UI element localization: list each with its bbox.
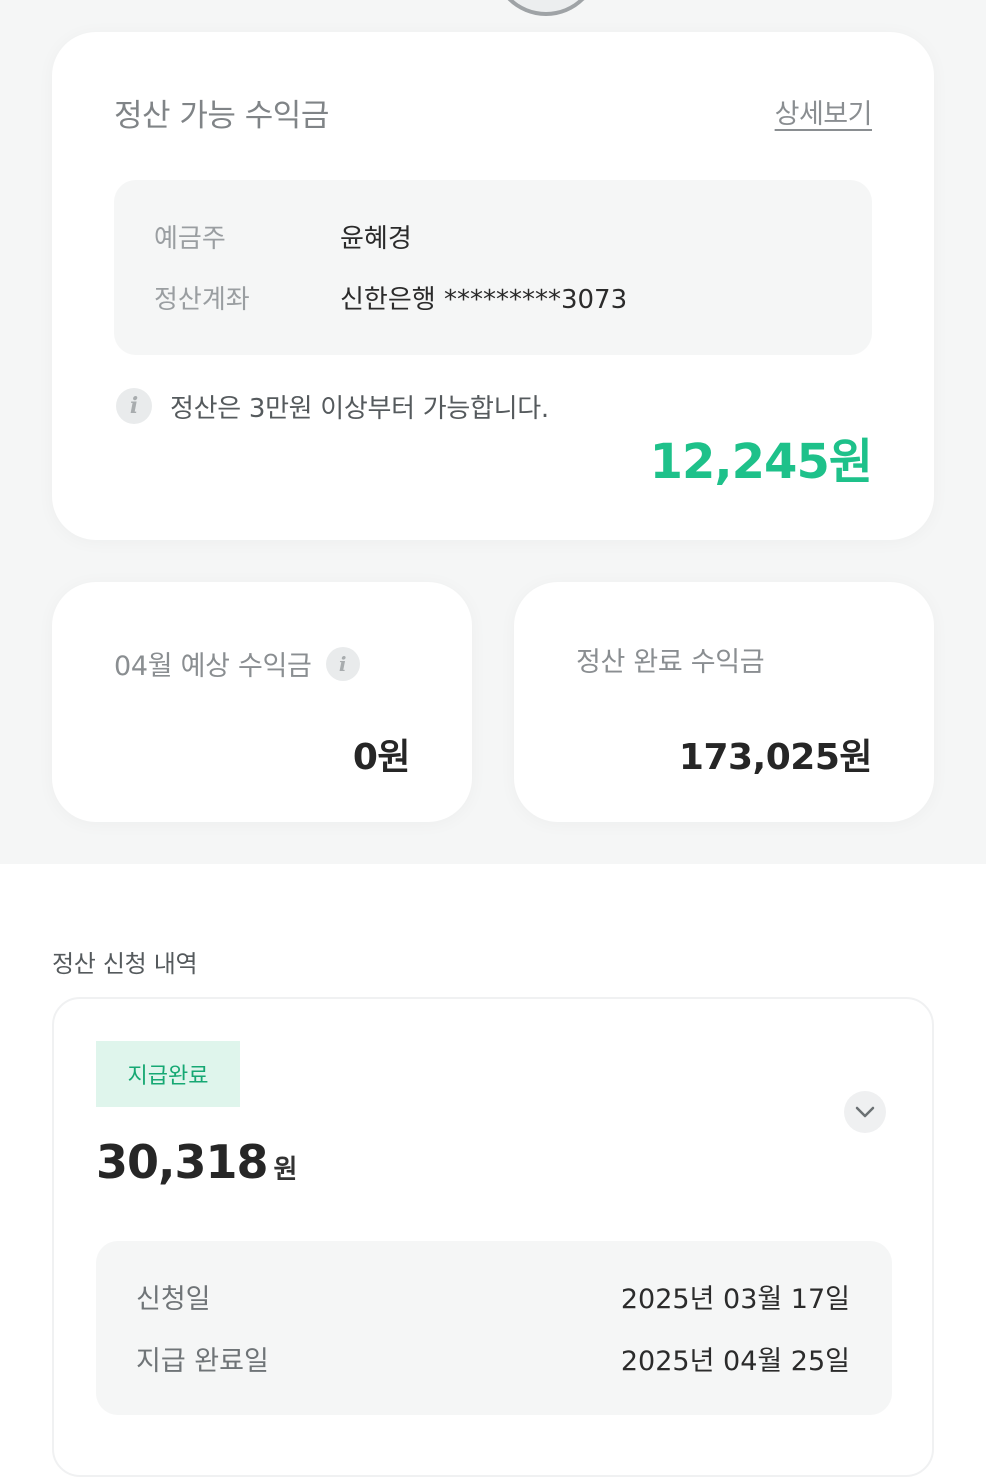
history-amount: 30,318 원	[96, 1135, 297, 1189]
history-amount-value: 30,318	[96, 1135, 269, 1189]
settlement-available-title: 정산 가능 수익금	[114, 98, 329, 134]
paid-date-value: 2025년 04월 25일	[620, 1346, 850, 1377]
info-icon: i	[116, 388, 152, 424]
history-amount-unit: 원	[273, 1155, 298, 1185]
history-item[interactable]: 지급완료 30,318 원 신청일 2025년 03월 17일 지급 완료일 2…	[52, 997, 934, 1477]
completed-earnings-title: 정산 완료 수익금	[576, 647, 765, 678]
avatar	[492, 0, 600, 16]
settlement-account-label: 정산계좌	[154, 285, 250, 315]
info-icon[interactable]: i	[325, 646, 360, 681]
summary-area: 정산 가능 수익금 상세보기 예금주 윤혜경 정산계좌 신한은행 *******…	[0, 0, 986, 864]
paid-date-label: 지급 완료일	[136, 1346, 269, 1377]
history-dates-box: 신청일 2025년 03월 17일 지급 완료일 2025년 04월 25일	[96, 1241, 892, 1415]
settlement-history-title: 정산 신청 내역	[52, 950, 198, 978]
expected-earnings-title: 04월 예상 수익금	[114, 651, 312, 682]
account-holder-value: 윤혜경	[340, 224, 412, 254]
settlement-available-amount: 12,245원	[649, 434, 873, 490]
settlement-available-card: 정산 가능 수익금 상세보기 예금주 윤혜경 정산계좌 신한은행 *******…	[52, 32, 934, 540]
chevron-down-icon	[855, 1106, 875, 1118]
expand-button[interactable]	[844, 1091, 886, 1133]
status-badge: 지급완료	[96, 1041, 240, 1107]
account-holder-label: 예금주	[154, 224, 226, 254]
settlement-notice: i 정산은 3만원 이상부터 가능합니다.	[116, 386, 549, 426]
settlement-account-value: 신한은행 *********3073	[340, 285, 628, 315]
expected-earnings-amount: 0원	[352, 737, 411, 778]
completed-earnings-amount: 173,025원	[678, 737, 873, 778]
expected-earnings-title-row: 04월 예상 수익금 i	[114, 644, 360, 683]
account-info-box: 예금주 윤혜경 정산계좌 신한은행 *********3073	[114, 180, 872, 355]
completed-earnings-card: 정산 완료 수익금 173,025원	[514, 582, 934, 822]
expected-earnings-card: 04월 예상 수익금 i 0원	[52, 582, 472, 822]
request-date-label: 신청일	[136, 1284, 211, 1315]
settlement-notice-text: 정산은 3만원 이상부터 가능합니다.	[170, 393, 549, 424]
detail-link[interactable]: 상세보기	[775, 92, 873, 131]
request-date-value: 2025년 03월 17일	[620, 1284, 850, 1315]
